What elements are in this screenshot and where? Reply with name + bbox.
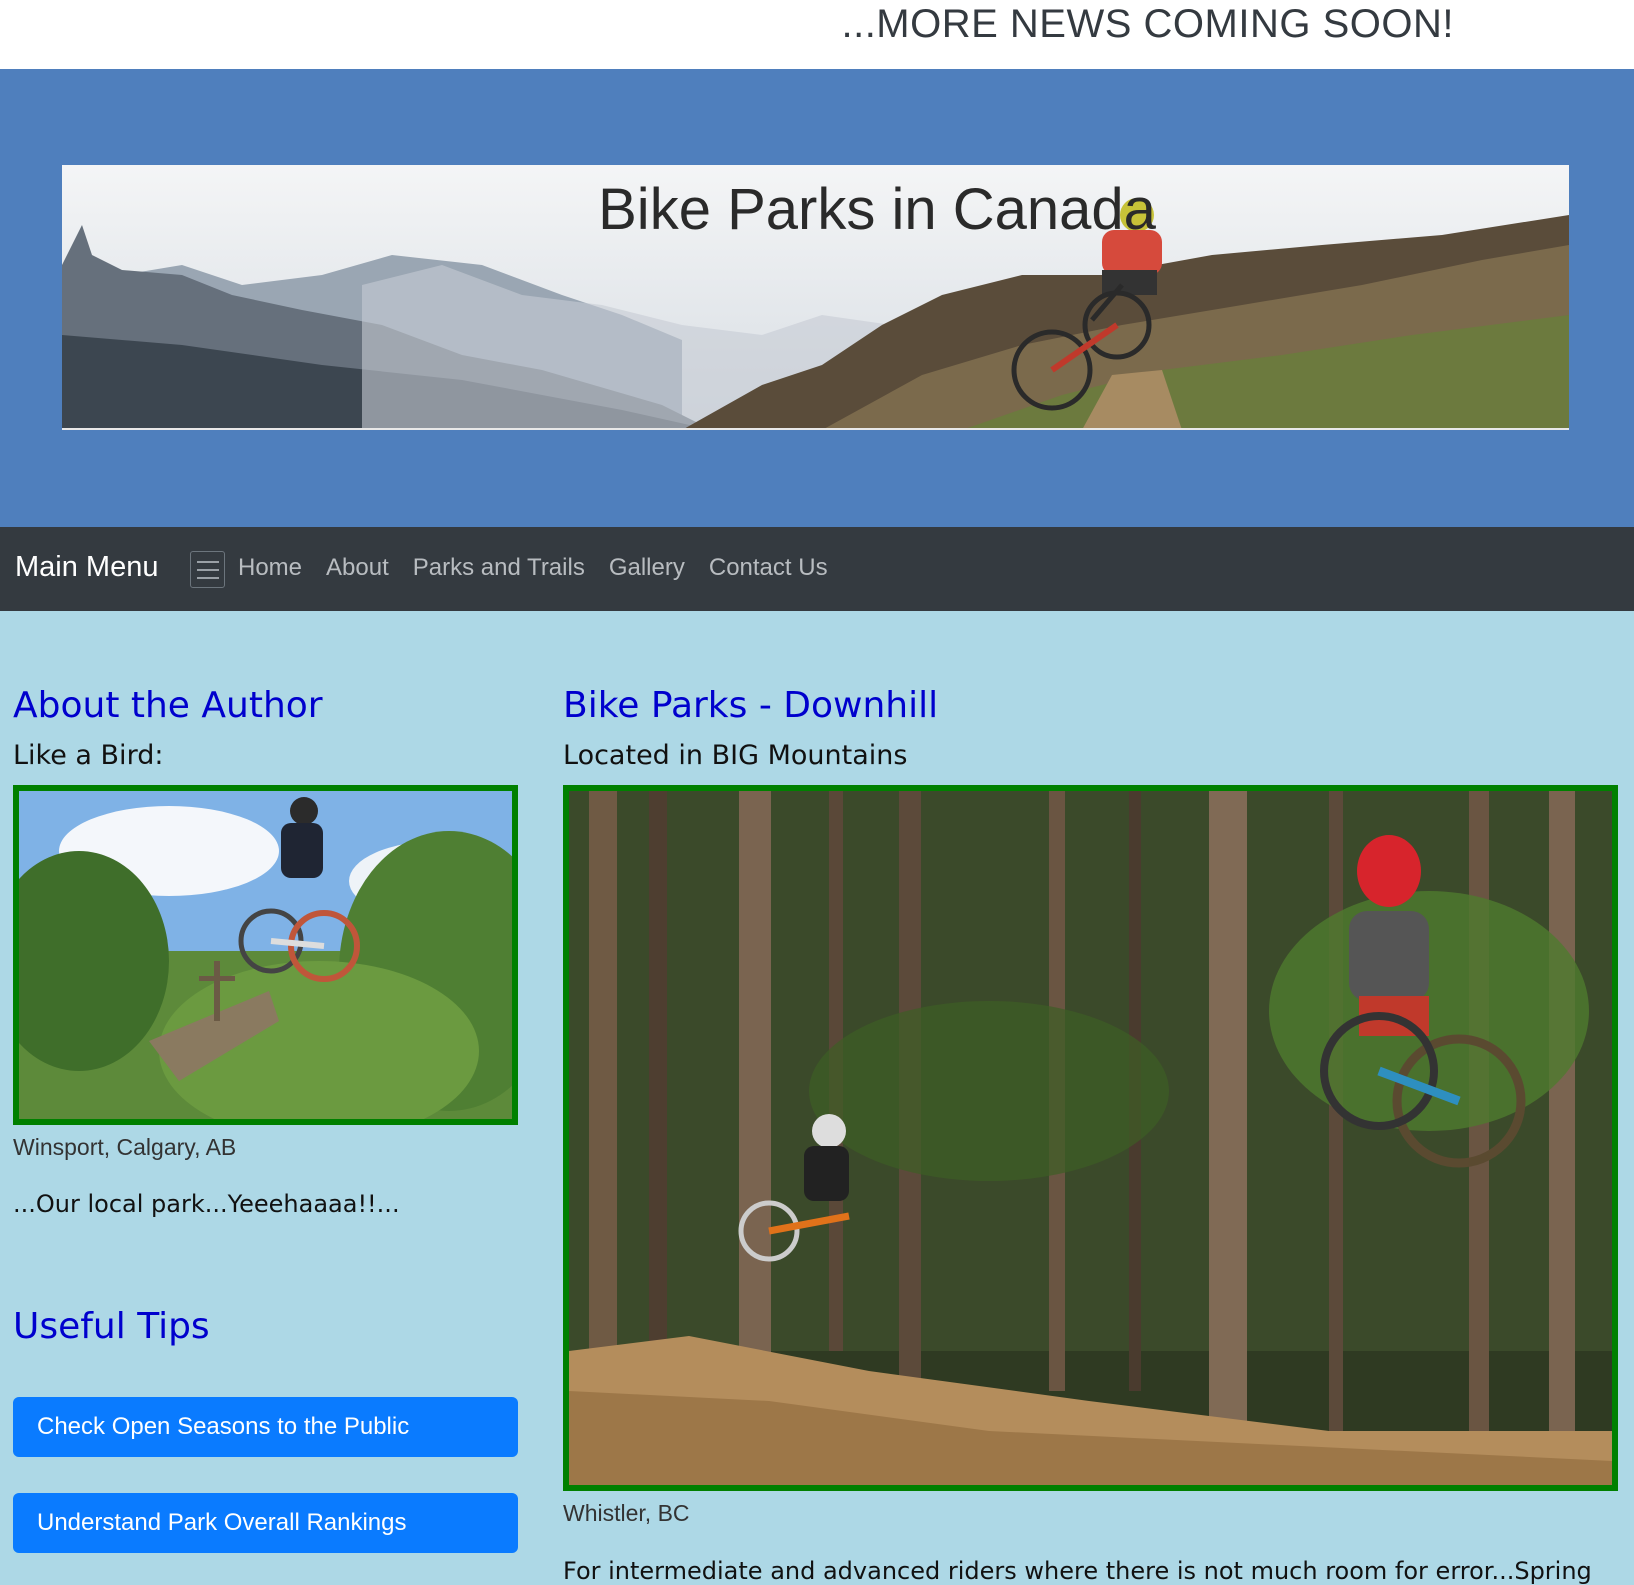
downhill-description: For intermediate and advanced riders whe…: [563, 1557, 1592, 1585]
winsport-caption: Winsport, Calgary, AB: [13, 1134, 237, 1160]
about-author-heading: About the Author: [13, 685, 323, 726]
downhill-subheading: Located in BIG Mountains: [563, 740, 908, 771]
whistler-caption: Whistler, BC: [563, 1500, 690, 1526]
check-open-seasons-button[interactable]: Check Open Seasons to the Public: [13, 1397, 518, 1457]
banner-image: Bike Parks in Canada: [62, 165, 1569, 430]
header-banner-area: Bike Parks in Canada: [0, 69, 1634, 527]
nav-link-contact-us[interactable]: Contact Us: [709, 554, 828, 582]
banner-title: Bike Parks in Canada: [598, 177, 1156, 242]
park-rankings-button[interactable]: Understand Park Overall Rankings: [13, 1493, 518, 1553]
menu-toggle-icon[interactable]: [190, 551, 225, 588]
winsport-photo: [13, 785, 518, 1125]
nav-link-home[interactable]: Home: [238, 554, 302, 582]
main-navbar: Main Menu Home About Parks and Trails Ga…: [0, 527, 1634, 611]
downhill-heading: Bike Parks - Downhill: [563, 685, 939, 726]
news-ticker-text: ...MORE NEWS COMING SOON!: [841, 2, 1454, 46]
whistler-photo: [563, 785, 1618, 1491]
nav-link-parks-and-trails[interactable]: Parks and Trails: [413, 554, 585, 582]
news-ticker-bar: ...MORE NEWS COMING SOON!: [0, 0, 1634, 69]
useful-tips-heading: Useful Tips: [13, 1306, 210, 1347]
about-author-subheading: Like a Bird:: [13, 740, 164, 771]
nav-link-gallery[interactable]: Gallery: [609, 554, 685, 582]
nav-links: Home About Parks and Trails Gallery Cont…: [238, 554, 828, 582]
nav-link-about[interactable]: About: [326, 554, 389, 582]
navbar-brand[interactable]: Main Menu: [15, 551, 158, 584]
local-park-text: ...Our local park...Yeeehaaaa!!...: [13, 1190, 400, 1218]
